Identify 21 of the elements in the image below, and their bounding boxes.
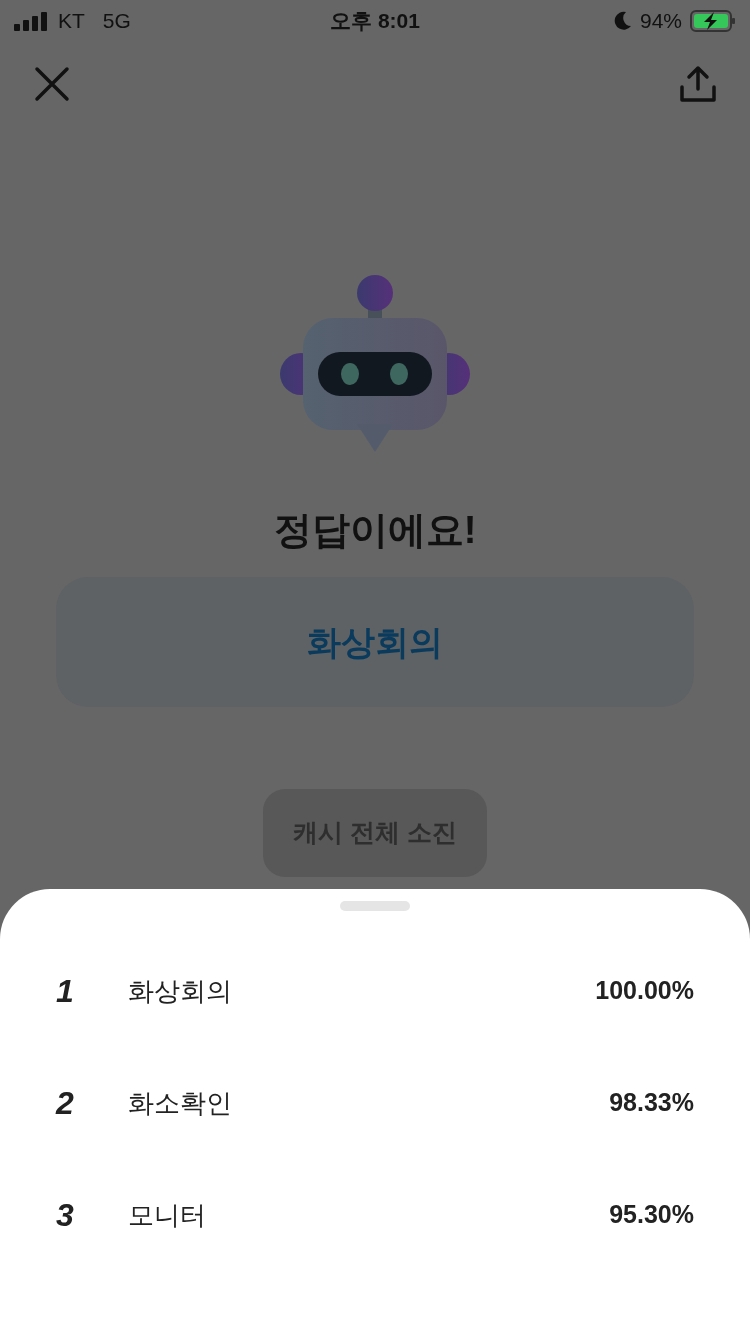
- signal-icon: [14, 11, 48, 31]
- rank-number: 3: [56, 1196, 75, 1235]
- close-button[interactable]: [32, 64, 72, 104]
- similarity-score: 100.00%: [595, 975, 694, 1007]
- moon-icon: [613, 11, 632, 31]
- word-text: 모니터: [128, 1198, 207, 1232]
- clock: 오후 8:01: [330, 8, 420, 35]
- answer-text: 화상회의: [307, 621, 443, 663]
- carrier-label: KT: [58, 8, 85, 35]
- share-button[interactable]: [678, 64, 718, 104]
- network-label: 5G: [102, 8, 131, 35]
- battery-icon: [690, 10, 736, 32]
- similarity-score: 98.33%: [609, 1087, 694, 1119]
- word-text: 화소확인: [128, 1086, 233, 1120]
- word-text: 화상회의: [128, 974, 233, 1008]
- rank-number: 1: [56, 972, 75, 1011]
- rank-number: 2: [56, 1084, 75, 1123]
- battery-percent: 94%: [639, 8, 682, 35]
- drag-handle[interactable]: [340, 901, 410, 911]
- result-title: 정답이에요!: [273, 508, 477, 553]
- similarity-score: 95.30%: [609, 1199, 694, 1231]
